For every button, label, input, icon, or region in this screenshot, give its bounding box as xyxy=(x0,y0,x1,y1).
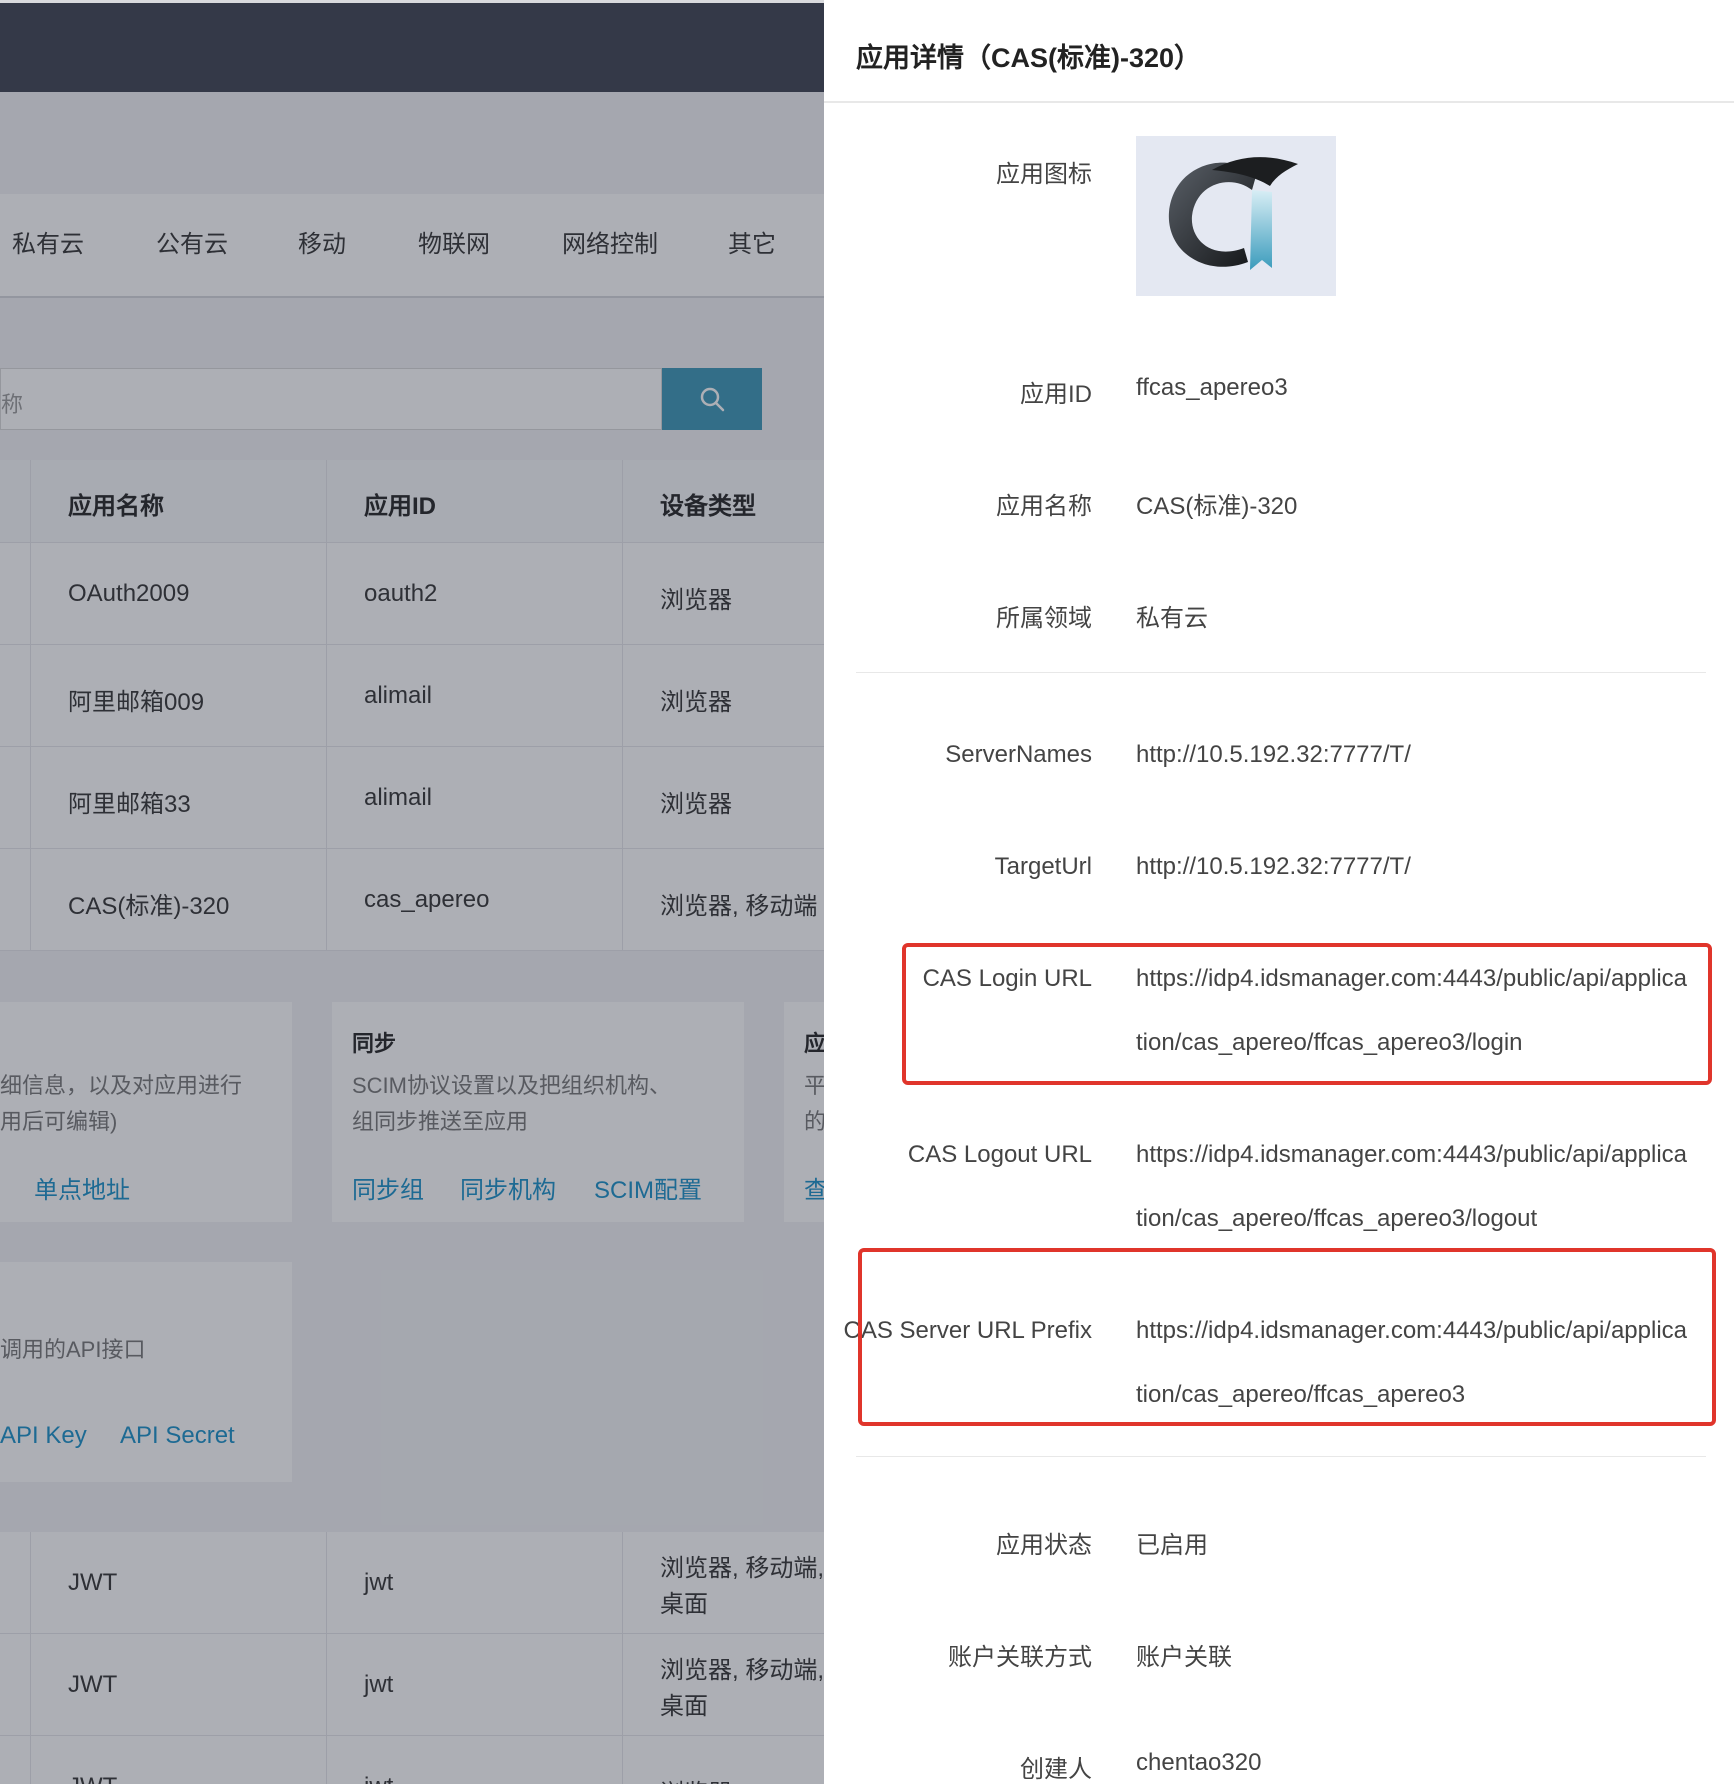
domain-value: 私有云 xyxy=(1136,605,1208,632)
drawer-title: 应用详情（CAS(标准)-320） xyxy=(856,43,1202,73)
highlight-box-login-url xyxy=(902,943,1712,1085)
domain-label: 所属领域 xyxy=(996,605,1092,632)
app-name-value: CAS(标准)-320 xyxy=(1136,493,1298,520)
app-name-label: 应用名称 xyxy=(996,493,1092,520)
creator-value: chentao320 xyxy=(1136,1749,1262,1776)
creator-label: 创建人 xyxy=(1020,1756,1092,1783)
cas-logout-url-value: https://idp4.idsmanager.com:4443/public/… xyxy=(1136,1141,1688,1168)
targeturl-value: http://10.5.192.32:7777/T/ xyxy=(1136,853,1411,880)
status-label: 应用状态 xyxy=(996,1532,1092,1559)
section-divider xyxy=(856,1456,1706,1457)
icon-label: 应用图标 xyxy=(996,161,1092,188)
account-association-value: 账户关联 xyxy=(1136,1644,1232,1671)
drawer-header-divider xyxy=(824,101,1734,103)
highlight-box-server-url-prefix xyxy=(858,1248,1716,1426)
cas-logout-url-label: CAS Logout URL xyxy=(907,1141,1092,1168)
modal-overlay[interactable] xyxy=(0,0,824,1784)
cas-logo-icon xyxy=(1168,157,1298,270)
targeturl-label: TargetUrl xyxy=(994,853,1092,880)
section-divider xyxy=(856,672,1706,673)
app-detail-drawer: 应用详情（CAS(标准)-320） 应用图标 应用ID ffcas_apereo… xyxy=(824,0,1734,1784)
app-id-value: ffcas_apereo3 xyxy=(1136,374,1288,401)
app-logo xyxy=(1136,136,1336,296)
servernames-value: http://10.5.192.32:7777/T/ xyxy=(1136,741,1411,768)
app-id-label: 应用ID xyxy=(1020,381,1092,408)
cas-logout-url-value-cont: tion/cas_apereo/ffcas_apereo3/logout xyxy=(1136,1205,1538,1232)
account-association-label: 账户关联方式 xyxy=(948,1644,1092,1671)
status-value: 已启用 xyxy=(1136,1532,1208,1559)
servernames-label: ServerNames xyxy=(945,741,1092,768)
